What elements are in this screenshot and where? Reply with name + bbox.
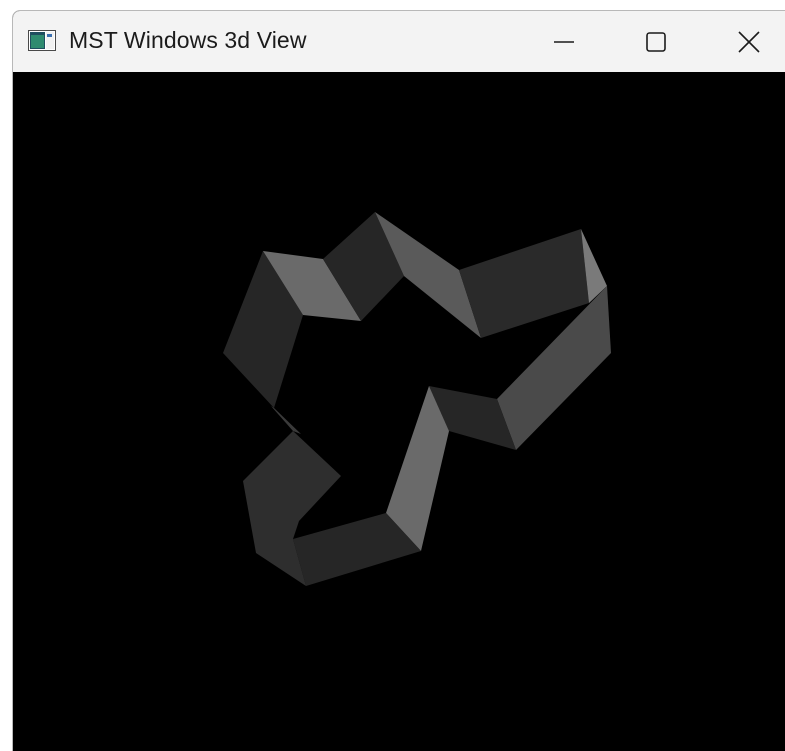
minimize-button[interactable] — [518, 11, 610, 72]
title-bar[interactable]: MST Windows 3d View — [13, 11, 785, 72]
close-button[interactable] — [703, 11, 785, 72]
close-icon — [738, 30, 760, 53]
window-title: MST Windows 3d View — [69, 27, 307, 53]
maximize-icon — [646, 31, 666, 52]
maximize-button[interactable] — [610, 11, 702, 72]
mesh-face — [271, 406, 301, 434]
app-window: MST Windows 3d View — [12, 10, 785, 751]
window-app-icon — [28, 30, 56, 51]
3d-viewport[interactable] — [13, 72, 785, 751]
3d-scene[interactable] — [13, 72, 785, 751]
mesh-face — [459, 229, 589, 338]
minimize-icon — [554, 40, 574, 43]
